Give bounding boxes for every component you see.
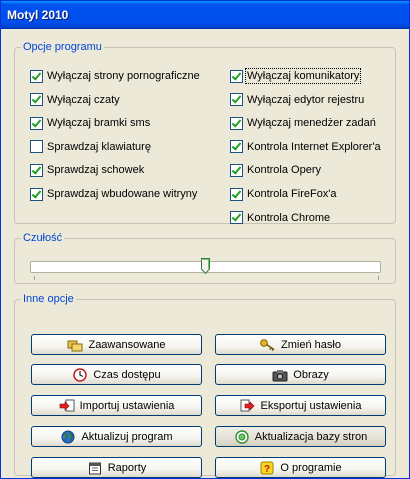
export-settings-button[interactable]: Eksportuj ustawienia [215, 395, 386, 416]
camera-icon [272, 367, 288, 383]
advanced-button[interactable]: Zaawansowane [31, 334, 202, 355]
checkbox-label: Wyłączaj czaty [47, 93, 120, 106]
folders-icon [67, 337, 83, 353]
checkbox-box[interactable] [230, 187, 243, 201]
checkbox-option[interactable]: Kontrola FireFox'a [230, 187, 337, 201]
checkbox-label: Sprawdzaj klawiaturę [47, 140, 151, 153]
import-icon [59, 398, 75, 414]
checkbox-option[interactable]: Wyłączaj menedżer zadań [230, 116, 376, 130]
checkbox-box[interactable] [230, 140, 243, 154]
checkbox-label: Wyłączaj bramki sms [47, 117, 151, 130]
window-title: Motyl 2010 [7, 8, 69, 22]
checkbox-label: Kontrola Chrome [247, 211, 331, 224]
reports-label: Raporty [107, 461, 147, 474]
checkbox-box[interactable] [30, 69, 43, 83]
export-icon [240, 398, 256, 414]
update-program-button[interactable]: Aktualizuj program [31, 426, 202, 447]
checkbox-option[interactable]: Kontrola Internet Explorer'a [230, 140, 381, 154]
program-options-legend: Opcje programu [23, 41, 102, 53]
svg-text:?: ? [264, 464, 270, 475]
checkbox-box[interactable] [30, 116, 43, 130]
checkbox-label: Sprawdzaj schowek [47, 164, 145, 177]
update-program-label: Aktualizuj program [81, 430, 173, 443]
about-label: O programie [280, 461, 342, 474]
checkbox-box[interactable] [230, 93, 243, 107]
checkbox-option[interactable]: Wyłączaj strony pornograficzne [30, 69, 200, 83]
other-options-legend: Inne opcje [23, 293, 74, 305]
export-settings-label: Eksportuj ustawienia [260, 399, 362, 412]
import-settings-label: Importuj ustawienia [79, 399, 175, 412]
about-button[interactable]: ? O programie [215, 457, 386, 478]
title-bar[interactable]: Motyl 2010 [1, 1, 409, 29]
checkbox-box[interactable] [230, 163, 243, 177]
checkbox-box[interactable] [30, 163, 43, 177]
change-password-label: Zmień hasło [281, 338, 341, 351]
update-sites-database-button[interactable]: Aktualizacja bazy stron [215, 426, 386, 447]
checkbox-option[interactable]: Wyłączaj edytor rejestru [230, 93, 364, 107]
refresh-globe-icon [234, 429, 250, 445]
checkbox-box[interactable] [30, 93, 43, 107]
other-options-group: Inne opcje Zaawansowane Zmień hasło Czas… [14, 293, 396, 478]
checkbox-box[interactable] [230, 69, 243, 83]
import-settings-button[interactable]: Importuj ustawienia [31, 395, 202, 416]
main-window: Motyl 2010 Opcje programu Wyłączaj stron… [0, 0, 410, 479]
checkbox-option[interactable]: Sprawdzaj wbudowane witryny [30, 187, 197, 201]
key-icon [260, 337, 276, 353]
checkbox-option[interactable]: Wyłączaj czaty [30, 93, 120, 107]
program-options-group: Opcje programu Wyłączaj strony pornograf… [14, 41, 396, 225]
checkbox-option[interactable]: Wyłączaj bramki sms [30, 116, 150, 130]
access-time-button[interactable]: Czas dostępu [31, 364, 202, 385]
checkbox-label: Sprawdzaj wbudowane witryny [47, 188, 198, 200]
checkbox-option[interactable]: Wyłączaj komunikatory [230, 68, 362, 84]
update-sites-database-label: Aktualizacja bazy stron [254, 430, 368, 443]
sensitivity-slider-thumb[interactable] [201, 258, 210, 274]
checkbox-box[interactable] [30, 187, 43, 201]
checkbox-option[interactable]: Sprawdzaj klawiaturę [30, 140, 151, 154]
advanced-label: Zaawansowane [88, 338, 166, 351]
checkbox-option[interactable]: Kontrola Opery [230, 163, 321, 177]
checkbox-box[interactable] [30, 140, 43, 154]
checkbox-label: Kontrola FireFox'a [247, 188, 337, 200]
checkbox-label: Wyłączaj strony pornograficzne [47, 70, 200, 82]
checkbox-option[interactable]: Kontrola Chrome [230, 211, 330, 225]
checkbox-label: Kontrola Opery [247, 164, 321, 177]
sensitivity-legend: Czułość [23, 232, 63, 244]
access-time-label: Czas dostępu [93, 368, 161, 381]
help-icon: ? [259, 460, 275, 476]
checkbox-label: Wyłączaj edytor rejestru [247, 93, 365, 106]
images-button[interactable]: Obrazy [215, 364, 386, 385]
calendar-icon [87, 460, 103, 476]
change-password-button[interactable]: Zmień hasło [215, 334, 386, 355]
checkbox-label: Wyłączaj menedżer zadań [247, 117, 376, 130]
checkbox-label: Wyłączaj komunikatory [244, 68, 362, 84]
reports-button[interactable]: Raporty [31, 457, 202, 478]
images-label: Obrazy [293, 368, 329, 381]
slider-ticks [34, 276, 379, 280]
clock-icon [72, 367, 88, 383]
checkbox-label: Kontrola Internet Explorer'a [247, 140, 381, 153]
checkbox-option[interactable]: Sprawdzaj schowek [30, 163, 144, 177]
sensitivity-group: Czułość [14, 232, 396, 284]
checkbox-box[interactable] [230, 211, 243, 225]
globe-icon [60, 429, 76, 445]
checkbox-box[interactable] [230, 116, 243, 130]
